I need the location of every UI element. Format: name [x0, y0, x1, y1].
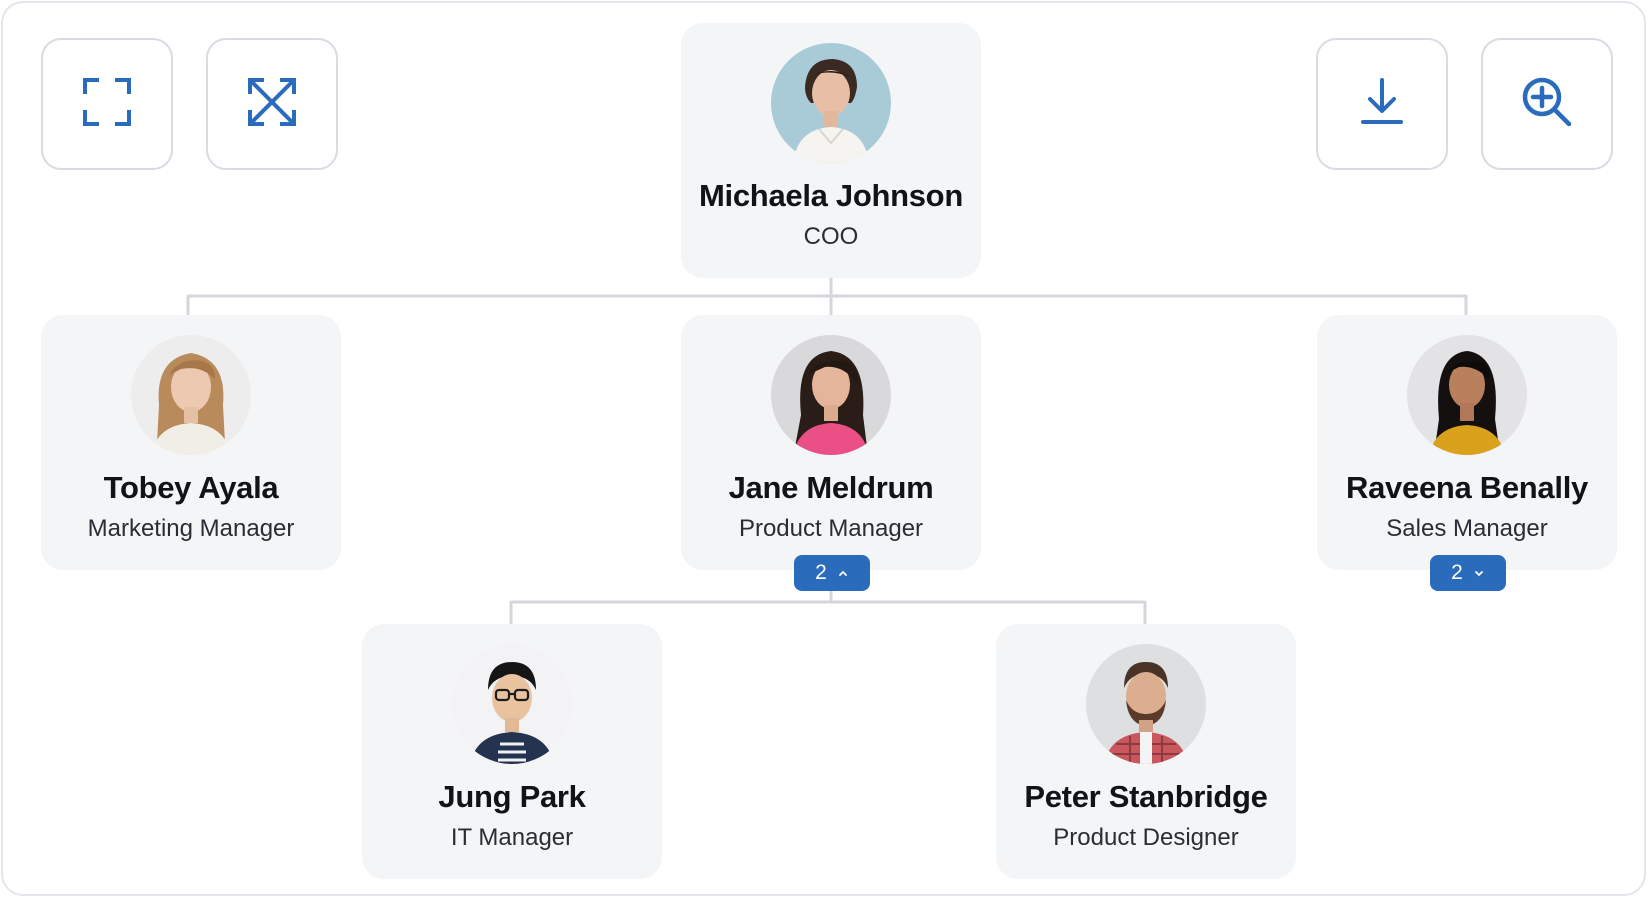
collapse-reports-button[interactable]: 2: [794, 555, 870, 591]
person-name: Peter Stanbridge: [1024, 779, 1268, 814]
person-name: Jane Meldrum: [728, 470, 934, 505]
person-title: Product Designer: [1053, 824, 1239, 851]
org-card-jane-meldrum[interactable]: Jane Meldrum Product Manager: [681, 315, 981, 570]
expand-all-icon: [244, 74, 300, 135]
person-title: Marketing Manager: [87, 515, 295, 542]
org-card-raveena-benally[interactable]: Raveena Benally Sales Manager: [1317, 315, 1617, 570]
org-card-tobey-ayala[interactable]: Tobey Ayala Marketing Manager: [41, 315, 341, 570]
person-title: COO: [803, 223, 859, 250]
avatar: [771, 43, 891, 163]
person-title: Sales Manager: [1386, 515, 1548, 542]
person-name: Jung Park: [438, 779, 586, 814]
org-card-michaela-johnson[interactable]: Michaela Johnson COO: [681, 23, 981, 278]
expand-all-button[interactable]: [206, 38, 338, 170]
person-title: Product Manager: [738, 515, 924, 542]
avatar: [1407, 335, 1527, 455]
org-card-peter-stanbridge[interactable]: Peter Stanbridge Product Designer: [996, 624, 1296, 879]
fit-screen-button[interactable]: [41, 38, 173, 170]
reports-count: 2: [815, 561, 827, 584]
chevron-down-icon: [1474, 571, 1483, 577]
zoom-in-button[interactable]: [1481, 38, 1613, 170]
fit-screen-icon: [79, 74, 135, 135]
zoom-in-icon: [1519, 74, 1575, 135]
expand-reports-button[interactable]: 2: [1430, 555, 1506, 591]
reports-count: 2: [1451, 561, 1463, 584]
avatar: [771, 335, 891, 455]
person-name: Michaela Johnson: [699, 178, 963, 213]
download-icon: [1354, 74, 1410, 135]
person-title: IT Manager: [450, 824, 574, 851]
person-name: Tobey Ayala: [103, 470, 279, 505]
chevron-up-icon: [838, 570, 847, 576]
avatar: [1086, 644, 1206, 764]
avatar: [452, 644, 572, 764]
org-card-jung-park[interactable]: Jung Park IT Manager: [362, 624, 662, 879]
download-button[interactable]: [1316, 38, 1448, 170]
org-chart-canvas: Michaela Johnson COO Tobey Ayala Marketi…: [1, 1, 1646, 896]
person-name: Raveena Benally: [1346, 470, 1588, 505]
avatar: [131, 335, 251, 455]
